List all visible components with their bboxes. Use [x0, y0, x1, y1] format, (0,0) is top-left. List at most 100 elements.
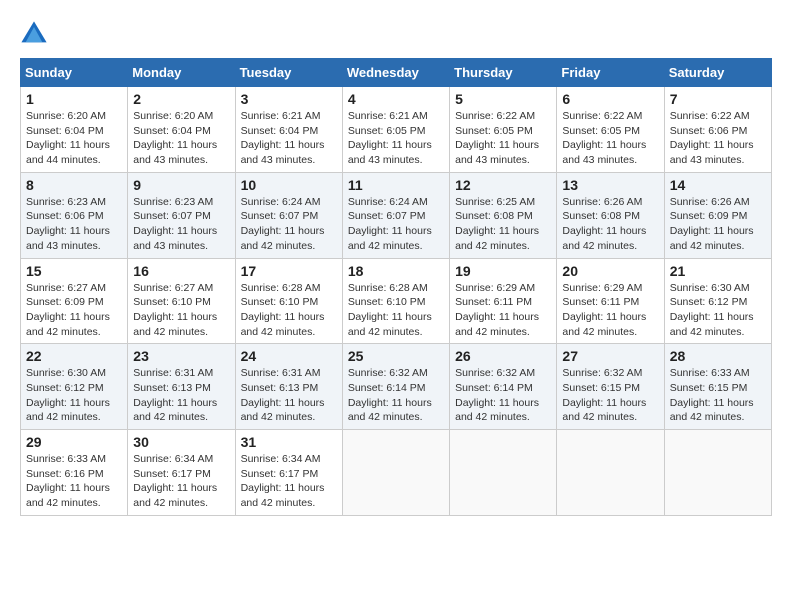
calendar-cell: 29 Sunrise: 6:33 AM Sunset: 6:16 PM Dayl…: [21, 430, 128, 516]
day-of-week-header: Sunday: [21, 59, 128, 87]
calendar-cell: 22 Sunrise: 6:30 AM Sunset: 6:12 PM Dayl…: [21, 344, 128, 430]
day-info: Sunrise: 6:21 AM Sunset: 6:05 PM Dayligh…: [348, 109, 444, 168]
day-of-week-header: Monday: [128, 59, 235, 87]
day-info: Sunrise: 6:26 AM Sunset: 6:09 PM Dayligh…: [670, 195, 766, 254]
day-info: Sunrise: 6:29 AM Sunset: 6:11 PM Dayligh…: [562, 281, 658, 340]
calendar-cell: 21 Sunrise: 6:30 AM Sunset: 6:12 PM Dayl…: [664, 258, 771, 344]
calendar-cell: 6 Sunrise: 6:22 AM Sunset: 6:05 PM Dayli…: [557, 87, 664, 173]
day-number: 20: [562, 263, 658, 279]
calendar-cell: 25 Sunrise: 6:32 AM Sunset: 6:14 PM Dayl…: [342, 344, 449, 430]
day-info: Sunrise: 6:28 AM Sunset: 6:10 PM Dayligh…: [241, 281, 337, 340]
day-number: 5: [455, 91, 551, 107]
day-of-week-header: Thursday: [450, 59, 557, 87]
calendar-cell: 23 Sunrise: 6:31 AM Sunset: 6:13 PM Dayl…: [128, 344, 235, 430]
day-number: 19: [455, 263, 551, 279]
page-header: [20, 20, 772, 48]
calendar-cell: 19 Sunrise: 6:29 AM Sunset: 6:11 PM Dayl…: [450, 258, 557, 344]
logo: [20, 20, 52, 48]
day-number: 3: [241, 91, 337, 107]
calendar-table: SundayMondayTuesdayWednesdayThursdayFrid…: [20, 58, 772, 516]
day-number: 26: [455, 348, 551, 364]
day-info: Sunrise: 6:23 AM Sunset: 6:07 PM Dayligh…: [133, 195, 229, 254]
day-number: 11: [348, 177, 444, 193]
day-of-week-header: Tuesday: [235, 59, 342, 87]
calendar-cell: 27 Sunrise: 6:32 AM Sunset: 6:15 PM Dayl…: [557, 344, 664, 430]
calendar-cell: 11 Sunrise: 6:24 AM Sunset: 6:07 PM Dayl…: [342, 172, 449, 258]
day-info: Sunrise: 6:34 AM Sunset: 6:17 PM Dayligh…: [241, 452, 337, 511]
day-number: 30: [133, 434, 229, 450]
calendar-cell: 5 Sunrise: 6:22 AM Sunset: 6:05 PM Dayli…: [450, 87, 557, 173]
day-info: Sunrise: 6:33 AM Sunset: 6:15 PM Dayligh…: [670, 366, 766, 425]
calendar-cell: 15 Sunrise: 6:27 AM Sunset: 6:09 PM Dayl…: [21, 258, 128, 344]
day-info: Sunrise: 6:29 AM Sunset: 6:11 PM Dayligh…: [455, 281, 551, 340]
day-info: Sunrise: 6:32 AM Sunset: 6:14 PM Dayligh…: [348, 366, 444, 425]
day-number: 18: [348, 263, 444, 279]
calendar-cell: 4 Sunrise: 6:21 AM Sunset: 6:05 PM Dayli…: [342, 87, 449, 173]
calendar-cell: 31 Sunrise: 6:34 AM Sunset: 6:17 PM Dayl…: [235, 430, 342, 516]
day-info: Sunrise: 6:20 AM Sunset: 6:04 PM Dayligh…: [133, 109, 229, 168]
logo-icon: [20, 20, 48, 48]
day-number: 7: [670, 91, 766, 107]
day-number: 25: [348, 348, 444, 364]
calendar-cell: 8 Sunrise: 6:23 AM Sunset: 6:06 PM Dayli…: [21, 172, 128, 258]
calendar-cell: [450, 430, 557, 516]
day-number: 24: [241, 348, 337, 364]
day-info: Sunrise: 6:22 AM Sunset: 6:05 PM Dayligh…: [455, 109, 551, 168]
day-info: Sunrise: 6:31 AM Sunset: 6:13 PM Dayligh…: [133, 366, 229, 425]
calendar-cell: 28 Sunrise: 6:33 AM Sunset: 6:15 PM Dayl…: [664, 344, 771, 430]
calendar-cell: 16 Sunrise: 6:27 AM Sunset: 6:10 PM Dayl…: [128, 258, 235, 344]
calendar-cell: 30 Sunrise: 6:34 AM Sunset: 6:17 PM Dayl…: [128, 430, 235, 516]
day-info: Sunrise: 6:23 AM Sunset: 6:06 PM Dayligh…: [26, 195, 122, 254]
day-info: Sunrise: 6:20 AM Sunset: 6:04 PM Dayligh…: [26, 109, 122, 168]
calendar-cell: 24 Sunrise: 6:31 AM Sunset: 6:13 PM Dayl…: [235, 344, 342, 430]
day-info: Sunrise: 6:34 AM Sunset: 6:17 PM Dayligh…: [133, 452, 229, 511]
day-number: 27: [562, 348, 658, 364]
day-number: 8: [26, 177, 122, 193]
day-number: 21: [670, 263, 766, 279]
day-number: 28: [670, 348, 766, 364]
day-info: Sunrise: 6:24 AM Sunset: 6:07 PM Dayligh…: [348, 195, 444, 254]
day-info: Sunrise: 6:32 AM Sunset: 6:15 PM Dayligh…: [562, 366, 658, 425]
day-info: Sunrise: 6:27 AM Sunset: 6:10 PM Dayligh…: [133, 281, 229, 340]
day-info: Sunrise: 6:22 AM Sunset: 6:05 PM Dayligh…: [562, 109, 658, 168]
calendar-cell: 14 Sunrise: 6:26 AM Sunset: 6:09 PM Dayl…: [664, 172, 771, 258]
calendar-cell: 17 Sunrise: 6:28 AM Sunset: 6:10 PM Dayl…: [235, 258, 342, 344]
day-number: 29: [26, 434, 122, 450]
day-info: Sunrise: 6:30 AM Sunset: 6:12 PM Dayligh…: [26, 366, 122, 425]
day-number: 2: [133, 91, 229, 107]
day-of-week-header: Friday: [557, 59, 664, 87]
day-number: 9: [133, 177, 229, 193]
calendar-cell: 20 Sunrise: 6:29 AM Sunset: 6:11 PM Dayl…: [557, 258, 664, 344]
day-number: 13: [562, 177, 658, 193]
calendar-cell: [557, 430, 664, 516]
calendar-cell: 3 Sunrise: 6:21 AM Sunset: 6:04 PM Dayli…: [235, 87, 342, 173]
day-number: 31: [241, 434, 337, 450]
calendar-cell: [342, 430, 449, 516]
day-info: Sunrise: 6:21 AM Sunset: 6:04 PM Dayligh…: [241, 109, 337, 168]
day-of-week-header: Saturday: [664, 59, 771, 87]
day-number: 15: [26, 263, 122, 279]
calendar-cell: 9 Sunrise: 6:23 AM Sunset: 6:07 PM Dayli…: [128, 172, 235, 258]
calendar-cell: 2 Sunrise: 6:20 AM Sunset: 6:04 PM Dayli…: [128, 87, 235, 173]
day-number: 4: [348, 91, 444, 107]
calendar-cell: 1 Sunrise: 6:20 AM Sunset: 6:04 PM Dayli…: [21, 87, 128, 173]
day-info: Sunrise: 6:28 AM Sunset: 6:10 PM Dayligh…: [348, 281, 444, 340]
day-info: Sunrise: 6:22 AM Sunset: 6:06 PM Dayligh…: [670, 109, 766, 168]
day-info: Sunrise: 6:32 AM Sunset: 6:14 PM Dayligh…: [455, 366, 551, 425]
calendar-cell: 12 Sunrise: 6:25 AM Sunset: 6:08 PM Dayl…: [450, 172, 557, 258]
day-info: Sunrise: 6:24 AM Sunset: 6:07 PM Dayligh…: [241, 195, 337, 254]
day-number: 10: [241, 177, 337, 193]
calendar-cell: [664, 430, 771, 516]
day-number: 16: [133, 263, 229, 279]
day-number: 22: [26, 348, 122, 364]
calendar-cell: 18 Sunrise: 6:28 AM Sunset: 6:10 PM Dayl…: [342, 258, 449, 344]
calendar-cell: 10 Sunrise: 6:24 AM Sunset: 6:07 PM Dayl…: [235, 172, 342, 258]
day-info: Sunrise: 6:31 AM Sunset: 6:13 PM Dayligh…: [241, 366, 337, 425]
day-info: Sunrise: 6:27 AM Sunset: 6:09 PM Dayligh…: [26, 281, 122, 340]
day-number: 6: [562, 91, 658, 107]
day-info: Sunrise: 6:26 AM Sunset: 6:08 PM Dayligh…: [562, 195, 658, 254]
calendar-cell: 7 Sunrise: 6:22 AM Sunset: 6:06 PM Dayli…: [664, 87, 771, 173]
day-info: Sunrise: 6:33 AM Sunset: 6:16 PM Dayligh…: [26, 452, 122, 511]
day-number: 23: [133, 348, 229, 364]
day-of-week-header: Wednesday: [342, 59, 449, 87]
